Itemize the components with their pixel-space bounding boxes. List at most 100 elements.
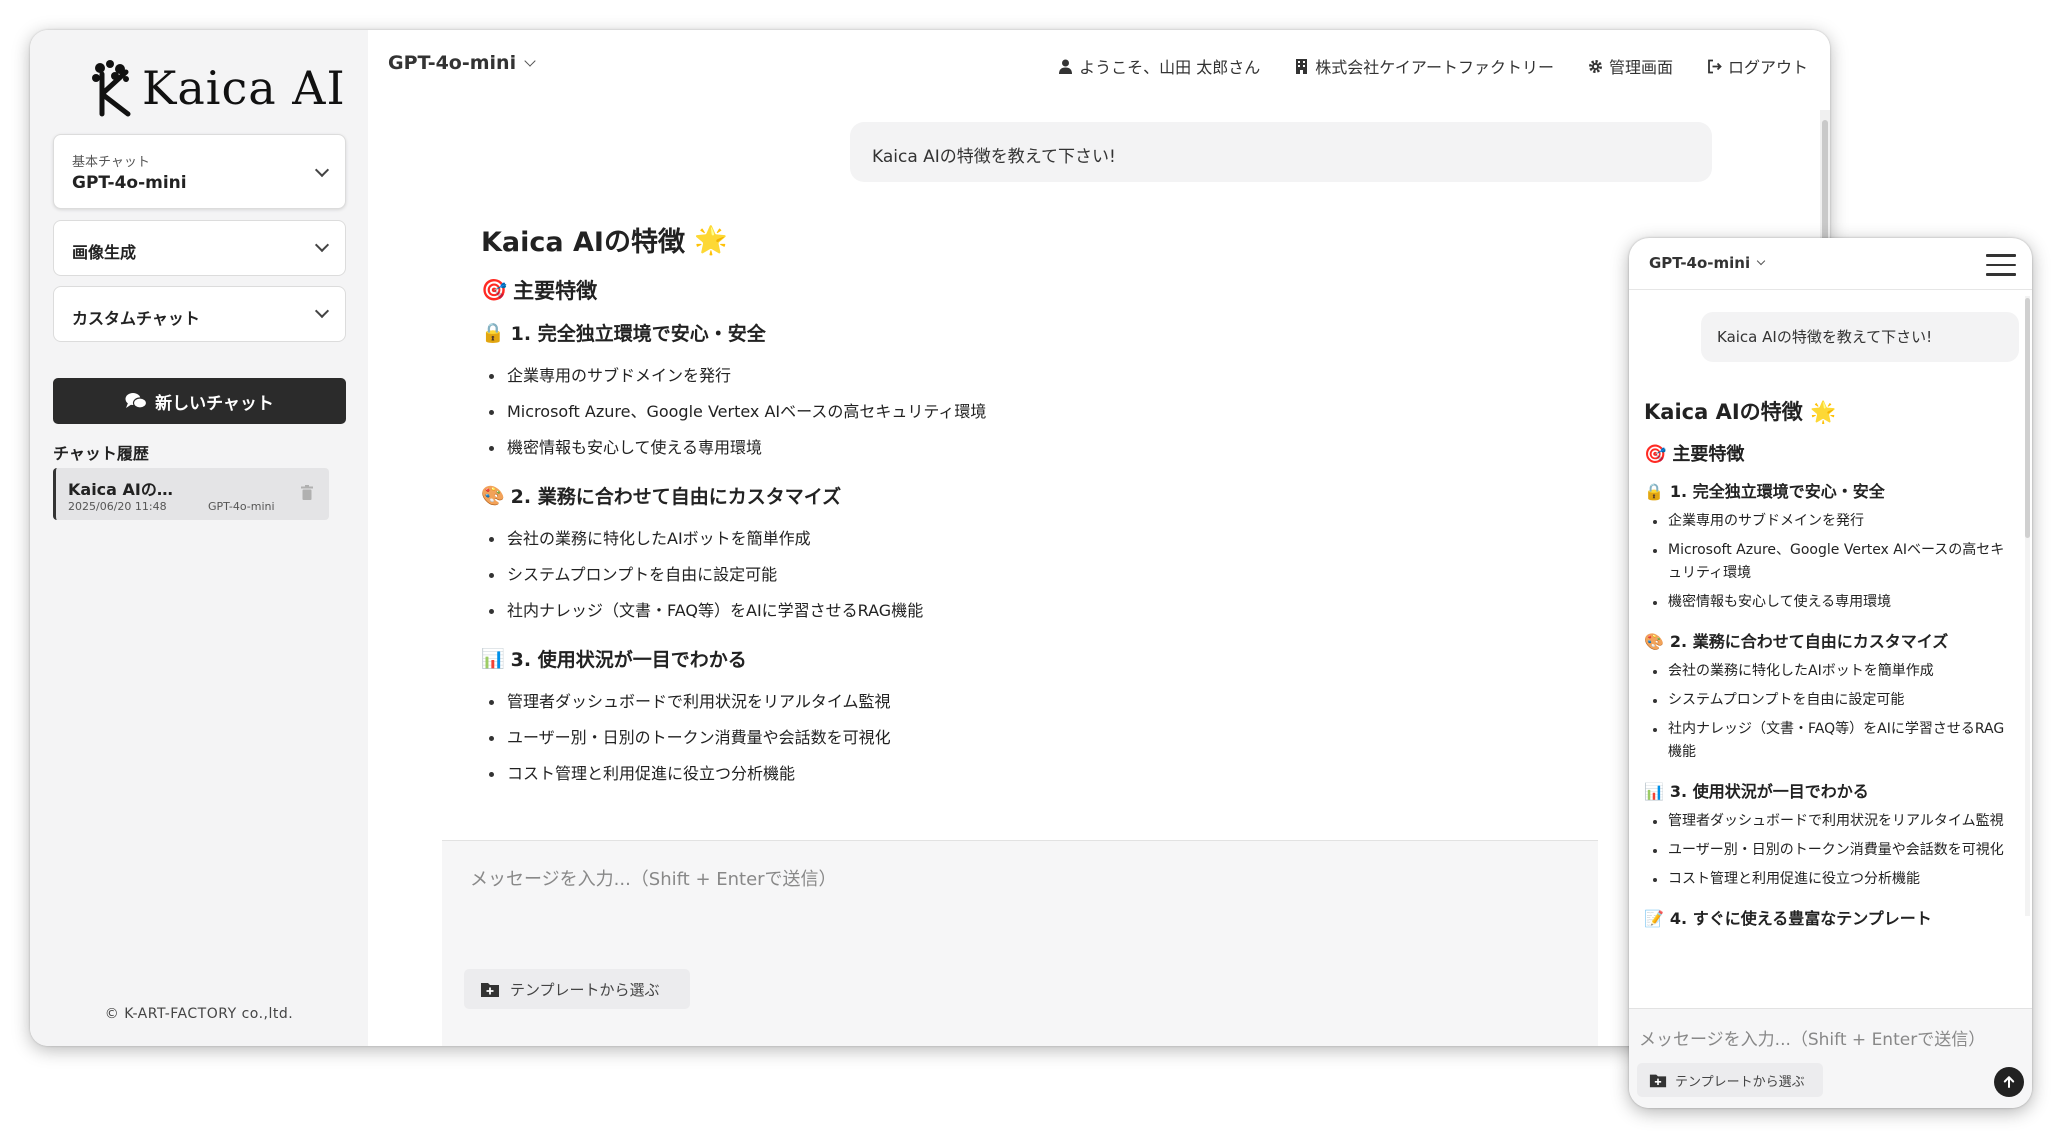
custom-chat-select[interactable]: カスタムチャット [53, 286, 346, 342]
target-icon: 🎯 [1644, 444, 1667, 465]
admin-link[interactable]: 管理画面 [1588, 54, 1673, 78]
list-item: 機密情報も安心して使える専用環境 [481, 430, 1381, 466]
section-title: 4. すぐに使える豊富なテンプレート [1669, 909, 1932, 928]
chevron-down-icon [524, 54, 536, 67]
history-item-title: Kaica AIの… [68, 480, 173, 499]
mobile-template-button[interactable]: テンプレートから選ぶ [1637, 1063, 1823, 1097]
mobile-main-heading: 🎯 主要特徴 [1644, 440, 2016, 466]
list-item: コスト管理と利用促進に役立つ分析機能 [1644, 868, 2016, 891]
mobile-message-input[interactable]: メッセージを入力...（Shift + Enterで送信） [1639, 1025, 1985, 1050]
star-icon: 🌟 [694, 224, 728, 256]
assistant-response: Kaica AIの特徴 🌟 🎯 主要特徴 🔒 1. 完全独立環境で安心・安全 企業専… [481, 220, 1381, 808]
lock-icon: 🔒 [1644, 482, 1664, 501]
section-list: 管理者ダッシュボードで利用状況をリアルタイム監視 ユーザー別・日別のトークン消費… [481, 684, 1381, 792]
message-input[interactable]: メッセージを入力...（Shift + Enterで送信） [470, 865, 837, 891]
hamburger-menu-icon[interactable] [1986, 254, 2016, 276]
scrollbar-thumb[interactable] [2025, 298, 2030, 538]
main-heading: 🎯 主要特徴 [481, 275, 1381, 305]
mobile-scrollbar[interactable] [2025, 296, 2030, 916]
list-item: コスト管理と利用促進に役立つ分析機能 [481, 756, 1381, 792]
lock-icon: 🔒 [481, 322, 505, 344]
memo-icon: 📝 [1644, 909, 1664, 928]
section-heading: 🔒 1. 完全独立環境で安心・安全 [481, 319, 1381, 346]
image-generation-select[interactable]: 画像生成 [53, 220, 346, 276]
section-title: 2. 業務に合わせて自由にカスタマイズ [1669, 632, 1949, 651]
mobile-section-heading: 📊 3. 使用状況が一目でわかる [1644, 778, 2016, 802]
copyright: © K-ART-FACTORY co.,ltd. [104, 1006, 294, 1022]
list-item: 会社の業務に特化したAIボットを簡単作成 [481, 521, 1381, 557]
brand-name: Kaica AI [142, 61, 346, 115]
logout-label: ログアウト [1727, 58, 1808, 77]
history-item-model: GPT-4o-mini [208, 500, 275, 513]
section-list: 企業専用のサブドメインを発行 Microsoft Azure、Google Ve… [481, 358, 1381, 466]
custom-chat-label: カスタムチャット [72, 309, 200, 328]
list-item: 管理者ダッシュボードで利用状況をリアルタイム監視 [481, 684, 1381, 720]
new-chat-button[interactable]: 新しいチャット [53, 378, 346, 424]
list-item: ユーザー別・日別のトークン消費量や会話数を可視化 [1644, 839, 2016, 862]
model-selector[interactable]: GPT-4o-mini [388, 52, 536, 74]
section-title: 2. 業務に合わせて自由にカスタマイズ [510, 486, 842, 508]
section-heading: 📊 3. 使用状況が一目でわかる [481, 645, 1381, 672]
image-generation-label: 画像生成 [72, 243, 137, 262]
basic-chat-select[interactable]: 基本チャット GPT-4o-mini [53, 134, 346, 209]
list-item: ユーザー別・日別のトークン消費量や会話数を可視化 [481, 720, 1381, 756]
logout-icon [1708, 59, 1722, 73]
section-title: 3. 使用状況が一目でわかる [1669, 782, 1869, 801]
main-heading-text: 主要特徴 [1672, 444, 1745, 465]
history-item-date: 2025/06/20 11:48 [68, 500, 167, 513]
mobile-section-list: 企業専用のサブドメインを発行 Microsoft Azure、Google Ve… [1644, 510, 2016, 614]
brand-logo[interactable]: Kaica AI [86, 48, 346, 128]
chat-history-title: チャット履歴 [53, 444, 149, 463]
chevron-down-icon [1756, 256, 1766, 266]
palette-icon: 🎨 [1644, 632, 1664, 651]
mobile-assistant-response: Kaica AIの特徴 🌟 🎯 主要特徴 🔒 1. 完全独立環境で安心・安全 企業専… [1644, 396, 2016, 937]
logo-mark-icon [92, 60, 131, 117]
user-icon [1059, 59, 1073, 74]
list-item: 会社の業務に特化したAIボットを簡単作成 [1644, 660, 2016, 683]
header: GPT-4o-mini ようこそ、山田 太郎さん 株式会社ケイアートファクトリー… [368, 30, 1830, 110]
section-title: 1. 完全独立環境で安心・安全 [1669, 482, 1885, 501]
bar-chart-icon: 📊 [1644, 782, 1664, 801]
company-label: 株式会社ケイアートファクトリー [1315, 58, 1554, 77]
mobile-response-title: Kaica AIの特徴 🌟 [1644, 396, 2016, 426]
main-heading-text: 主要特徴 [513, 279, 598, 303]
list-item: システムプロンプトを自由に設定可能 [481, 557, 1381, 593]
send-button[interactable] [1994, 1067, 2024, 1097]
user-welcome[interactable]: ようこそ、山田 太郎さん [1058, 54, 1260, 78]
list-item: Microsoft Azure、Google Vertex AIベースの高セキュ… [481, 394, 1381, 430]
section-list: 会社の業務に特化したAIボットを簡単作成 システムプロンプトを自由に設定可能 社… [481, 521, 1381, 629]
response-title-text: Kaica AIの特徴 [481, 227, 685, 258]
user-welcome-label: ようこそ、山田 太郎さん [1079, 58, 1261, 77]
mobile-section-heading: 📝 4. すぐに使える豊富なテンプレート [1644, 905, 2016, 929]
user-message: Kaica AIの特徴を教えて下さい! [850, 122, 1712, 182]
chat-history-item[interactable]: Kaica AIの… 2025/06/20 11:48 GPT-4o-mini [53, 468, 329, 520]
response-title: Kaica AIの特徴 🌟 [481, 220, 1381, 259]
model-selector-label: GPT-4o-mini [388, 52, 517, 74]
gear-icon [1588, 59, 1602, 73]
mobile-window: GPT-4o-mini Kaica AIの特徴を教えて下さい! Kaica AI… [1629, 238, 2032, 1108]
logout-link[interactable]: ログアウト [1707, 54, 1808, 78]
chevron-down-icon [314, 237, 330, 253]
palette-icon: 🎨 [481, 485, 505, 507]
section-heading: 🎨 2. 業務に合わせて自由にカスタマイズ [481, 482, 1381, 509]
message-composer: メッセージを入力...（Shift + Enterで送信） テンプレートから選ぶ [442, 840, 1598, 1046]
sidebar: Kaica AI 基本チャット GPT-4o-mini 画像生成 カスタムチャッ… [30, 30, 368, 1046]
template-button[interactable]: テンプレートから選ぶ [464, 969, 690, 1009]
star-icon: 🌟 [1809, 400, 1837, 424]
list-item: 企業専用のサブドメインを発行 [481, 358, 1381, 394]
list-item: システムプロンプトを自由に設定可能 [1644, 689, 2016, 712]
response-title-text: Kaica AIの特徴 [1644, 400, 1803, 424]
mobile-model-selector[interactable]: GPT-4o-mini [1649, 254, 1766, 272]
list-item: 管理者ダッシュボードで利用状況をリアルタイム監視 [1644, 810, 2016, 833]
trash-icon[interactable] [301, 485, 313, 500]
template-button-label: テンプレートから選ぶ [1675, 1074, 1805, 1090]
list-item: 社内ナレッジ（文書・FAQ等）をAIに学習させるRAG機能 [1644, 718, 2016, 764]
list-item: Microsoft Azure、Google Vertex AIベースの高セキュ… [1644, 539, 2016, 585]
arrow-up-icon [2003, 1076, 2015, 1088]
admin-label: 管理画面 [1608, 58, 1673, 77]
company-link[interactable]: 株式会社ケイアートファクトリー [1294, 54, 1554, 78]
chevron-down-icon [314, 162, 330, 178]
bar-chart-icon: 📊 [481, 648, 505, 670]
mobile-user-message: Kaica AIの特徴を教えて下さい! [1701, 312, 2019, 362]
list-item: 機密情報も安心して使える専用環境 [1644, 591, 2016, 614]
